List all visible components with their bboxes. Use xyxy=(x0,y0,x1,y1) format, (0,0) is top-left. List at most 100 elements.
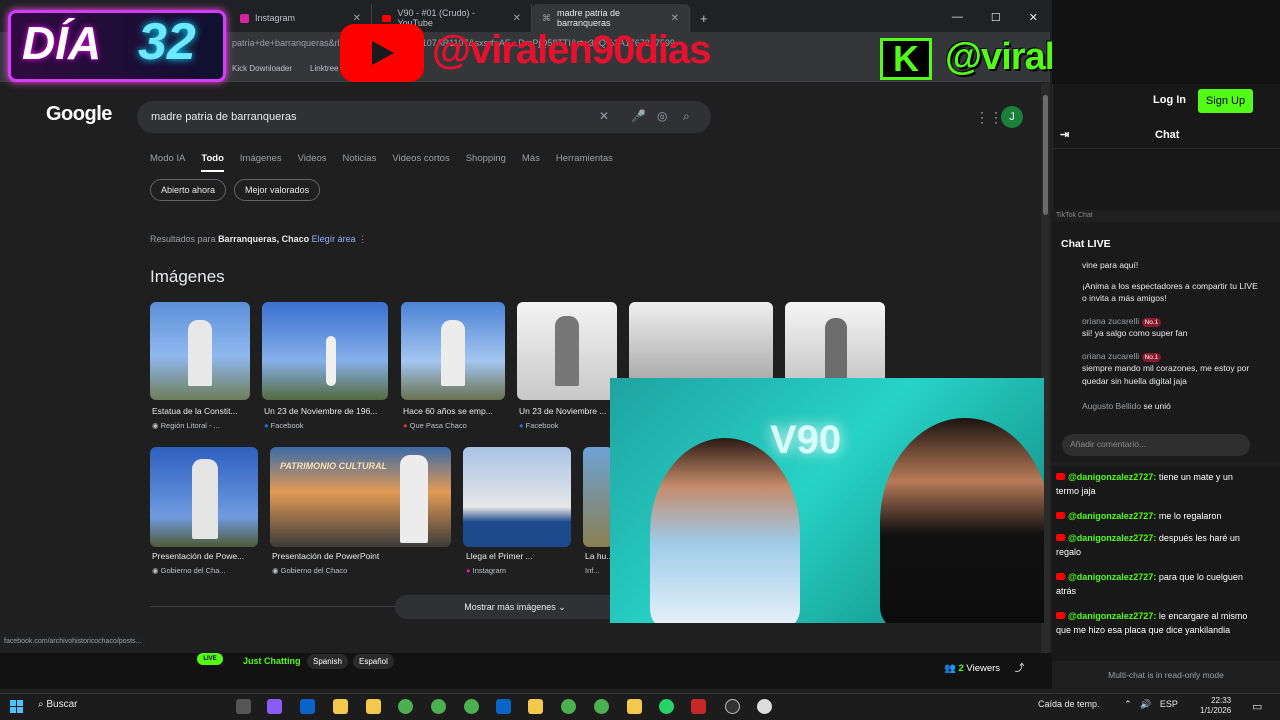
image-caption[interactable]: Estatua de la Constit... xyxy=(152,406,252,416)
chip-abierto-ahora[interactable]: Abierto ahora xyxy=(150,179,227,201)
username[interactable]: @danigonzalez2727: xyxy=(1068,533,1156,543)
microphone-icon[interactable]: 🎤 xyxy=(631,109,646,123)
app-icon[interactable] xyxy=(691,699,706,714)
close-icon[interactable]: ✕ xyxy=(671,13,679,24)
lens-icon[interactable]: ◎ xyxy=(657,109,667,123)
kick-logo-icon: K xyxy=(880,38,932,80)
tab-noticias[interactable]: Noticias xyxy=(343,153,377,172)
mail-icon[interactable] xyxy=(300,699,315,714)
login-button[interactable]: Log In xyxy=(1153,94,1186,106)
bookmark-kick-downloader[interactable]: Kick Downloader xyxy=(232,64,292,73)
close-icon[interactable]: ✕ xyxy=(513,13,521,24)
comment-input[interactable]: Añadir comentario... xyxy=(1062,434,1250,456)
speaker-icon[interactable]: 🔊 xyxy=(1140,699,1151,709)
tag-espanol[interactable]: Español xyxy=(353,654,394,669)
copilot-icon[interactable] xyxy=(267,699,282,714)
chrome-icon[interactable] xyxy=(398,699,413,714)
fan-badge: No.1 xyxy=(1141,353,1162,363)
image-result[interactable] xyxy=(517,302,617,400)
close-window-icon[interactable]: ✕ xyxy=(1029,11,1038,24)
tab-herramientas[interactable]: Herramientas xyxy=(556,153,613,172)
avatar[interactable]: J xyxy=(1001,106,1023,128)
app-icon[interactable] xyxy=(627,699,642,714)
image-caption[interactable]: Llega el Primer ... xyxy=(466,551,570,561)
taskbar-search[interactable]: ⌕ Buscar xyxy=(38,699,78,710)
notes-icon[interactable] xyxy=(528,699,543,714)
image-caption[interactable]: La hu... xyxy=(585,551,613,561)
chip-mejor-valorados[interactable]: Mejor valorados xyxy=(234,179,321,201)
file-explorer-icon[interactable] xyxy=(333,699,348,714)
username[interactable]: @danigonzalez2727: xyxy=(1068,511,1156,521)
tab-videos[interactable]: Videos xyxy=(298,153,327,172)
more-options-icon[interactable]: ⋮ xyxy=(358,234,367,244)
bookmark-linktree[interactable]: Linktree xyxy=(310,64,338,73)
chrome-icon[interactable] xyxy=(561,699,576,714)
viewers-label: Viewers xyxy=(966,663,1001,674)
image-source: ● Instagram xyxy=(466,566,506,575)
share-icon[interactable]: ⤴ xyxy=(1015,663,1025,674)
search-input[interactable]: madre patria de barranqueras ✕ 🎤 ◎ ⌕ xyxy=(137,101,711,133)
message-text: sii! ya salgo como super fan xyxy=(1082,328,1188,339)
username[interactable]: oriana zucarelli xyxy=(1082,351,1139,361)
image-result[interactable] xyxy=(150,447,258,547)
google-logo[interactable]: Google xyxy=(46,103,112,126)
image-result[interactable] xyxy=(463,447,571,547)
choose-area-link[interactable]: Elegír área xyxy=(312,234,356,244)
clock[interactable]: 22:33 1/1/2026 xyxy=(1200,696,1231,717)
image-caption[interactable]: Un 23 de Noviembre de 196... xyxy=(264,406,388,416)
collapse-chat-icon[interactable]: ⇥ xyxy=(1060,128,1069,141)
image-result[interactable] xyxy=(262,302,388,400)
network-icon[interactable]: ⌃ xyxy=(1124,699,1132,709)
username[interactable]: @danigonzalez2727: xyxy=(1068,472,1156,482)
windows-start-icon[interactable] xyxy=(10,700,23,713)
tab-todo[interactable]: Todo xyxy=(201,153,224,172)
image-result[interactable] xyxy=(583,447,613,547)
task-view-icon[interactable] xyxy=(236,699,251,714)
image-result[interactable] xyxy=(150,302,250,400)
tab-imagenes[interactable]: Imágenes xyxy=(240,153,282,172)
tag-spanish[interactable]: Spanish xyxy=(307,654,348,669)
outlook-icon[interactable] xyxy=(496,699,511,714)
tab-shopping[interactable]: Shopping xyxy=(466,153,506,172)
username[interactable]: @danigonzalez2727: xyxy=(1068,611,1156,621)
apps-grid-icon[interactable]: ⋮⋮ xyxy=(975,109,1003,126)
folder-icon[interactable] xyxy=(366,699,381,714)
image-result[interactable] xyxy=(401,302,505,400)
whatsapp-icon[interactable] xyxy=(659,699,674,714)
tab-modo-ia[interactable]: Modo IA xyxy=(150,153,185,172)
chrome-icon[interactable] xyxy=(594,699,609,714)
username[interactable]: oriana zucarelli xyxy=(1082,316,1139,326)
image-caption[interactable]: Presentación de PowerPoint xyxy=(272,551,442,561)
source-name: Gobierno del Cha... xyxy=(160,566,226,575)
chrome-icon[interactable] xyxy=(431,699,446,714)
image-result[interactable]: PATRIMONIO CULTURAL xyxy=(270,447,451,547)
facebook-icon: ● xyxy=(264,421,269,430)
tab-videos-cortos[interactable]: Videos cortos xyxy=(392,153,449,172)
viewers-number: 2 xyxy=(958,663,964,674)
minimize-icon[interactable]: — xyxy=(952,11,963,24)
clear-icon[interactable]: ✕ xyxy=(599,109,609,123)
kick-header xyxy=(1052,0,1280,84)
tab-mas[interactable]: Más xyxy=(522,153,540,172)
image-caption[interactable]: Presentación de Powe... xyxy=(152,551,256,561)
username[interactable]: Augusto Bellido xyxy=(1082,401,1141,411)
stream-category[interactable]: Just Chatting xyxy=(243,656,301,666)
search-icon[interactable]: ⌕ xyxy=(683,109,690,124)
show-more-images-button[interactable]: Mostrar más imágenes ⌄ xyxy=(395,595,635,619)
taskbar-search-label: Buscar xyxy=(46,699,78,710)
notifications-icon[interactable]: ▭ xyxy=(1252,700,1262,713)
close-icon[interactable]: ✕ xyxy=(353,13,361,24)
image-caption[interactable]: Hace 60 años se emp... xyxy=(403,406,505,416)
source-name: Facebook xyxy=(270,421,304,430)
obs-icon[interactable] xyxy=(725,699,740,714)
viewers-icon: 👥 xyxy=(944,663,956,674)
chrome-icon[interactable] xyxy=(464,699,479,714)
weather-label[interactable]: Caída de temp. xyxy=(1038,699,1100,709)
signup-button[interactable]: Sign Up xyxy=(1198,89,1253,113)
image-caption[interactable]: Un 23 de Noviembre ... xyxy=(519,406,611,416)
username[interactable]: @danigonzalez2727: xyxy=(1068,572,1156,582)
google-icon: ⌘ xyxy=(542,12,551,23)
app-icon[interactable] xyxy=(757,699,772,714)
lang-indicator[interactable]: ESP xyxy=(1160,699,1178,709)
maximize-icon[interactable]: ☐ xyxy=(991,11,1001,24)
